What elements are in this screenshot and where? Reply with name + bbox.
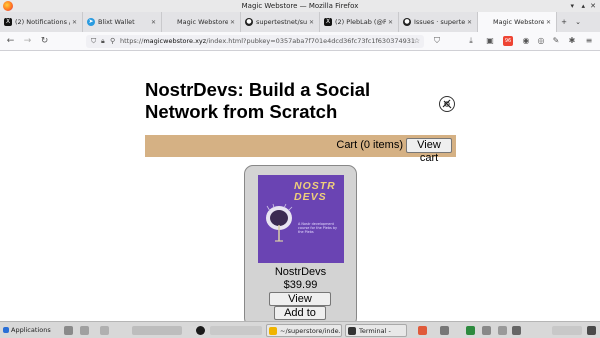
window-button-terminal[interactable]: Terminal - xyxy=(345,324,407,337)
page-icon xyxy=(482,18,490,26)
github-icon: ● xyxy=(245,18,253,26)
terminal-icon xyxy=(348,327,356,335)
url-host: magicwebstore.xyz xyxy=(143,37,207,45)
cart-count: Cart (0 items) xyxy=(336,139,403,151)
x-logo-icon: X xyxy=(4,18,12,26)
download-icon[interactable]: ⤓ xyxy=(466,36,476,46)
github-icon: ● xyxy=(403,18,411,26)
tray-icon[interactable] xyxy=(512,326,521,335)
extensions-puzzle-icon[interactable]: ✱ xyxy=(567,36,577,46)
product-card: NOSTR DEVS A Nostr development course fo… xyxy=(244,165,357,332)
tab-label: Magic Webstore xyxy=(493,18,544,26)
window-button[interactable] xyxy=(210,326,262,335)
cover-subtitle: A Nostr development course for the Plebs… xyxy=(298,222,338,234)
pocket-icon[interactable]: ⛉ xyxy=(432,36,442,46)
list-all-tabs-icon[interactable]: ⌄ xyxy=(571,12,585,32)
firefox-logo-icon xyxy=(3,1,13,11)
view-cart-button[interactable]: View cart xyxy=(406,138,452,164)
product-cover-image[interactable]: NOSTR DEVS A Nostr development course fo… xyxy=(258,175,344,263)
panel-launcher-icon[interactable] xyxy=(100,326,109,335)
applications-label: Applications xyxy=(11,326,51,334)
extension-icon[interactable]: ✎ xyxy=(551,36,561,46)
close-tab-icon[interactable]: ✕ xyxy=(72,19,78,26)
tab-magic-webstore-1[interactable]: Magic Webstore ✕ xyxy=(162,12,241,32)
bookmark-star-icon[interactable]: ☆ xyxy=(414,35,420,48)
tray-icon[interactable] xyxy=(440,326,449,335)
ostrich-illustration-icon xyxy=(266,203,293,242)
extension-icon[interactable]: ▣ xyxy=(485,36,495,46)
nav-toolbar: ← → ↻ ⛉ 🔒︎ ⚲ https://magicwebstore.xyz/i… xyxy=(0,32,600,51)
applications-icon xyxy=(3,327,9,333)
url-prefix: https:// xyxy=(120,37,144,45)
close-tab-icon[interactable]: ✕ xyxy=(546,19,552,26)
window-button-label: ~/superstore/inde... xyxy=(280,327,342,335)
forward-icon[interactable]: → xyxy=(21,35,34,48)
extension-icon[interactable]: ◎ xyxy=(536,36,546,46)
reload-icon[interactable]: ↻ xyxy=(38,35,51,48)
store-title: NostrDevs: Build a Social Network from S… xyxy=(145,79,371,122)
tray-icon[interactable] xyxy=(466,326,475,335)
lock-icon[interactable]: 🔒︎ xyxy=(101,35,105,48)
close-tab-icon[interactable]: ✕ xyxy=(467,19,473,26)
close-tab-icon[interactable]: ✕ xyxy=(388,19,394,26)
tab-github-issues[interactable]: ● Issues · supertestn ✕ xyxy=(399,12,478,32)
url-path: /index.html?pubkey=0357aba7f701e4dcd36fc… xyxy=(206,37,416,45)
add-to-cart-button[interactable]: Add to cart xyxy=(274,306,326,332)
firefox-window: Magic Webstore — Mozilla Firefox ▾ ▴ ✕ X… xyxy=(0,0,600,338)
close-tab-icon[interactable]: ✕ xyxy=(230,19,236,26)
cart-bar: Cart (0 items) View cart xyxy=(145,135,456,164)
tab-label: Magic Webstore xyxy=(177,18,228,26)
tab-label: Blixt Wallet xyxy=(98,18,135,26)
tab-label: (2) Notifications / X xyxy=(15,18,70,26)
tab-strip: X (2) Notifications / X ✕ ➤ Blixt Wallet… xyxy=(0,12,600,32)
view-product-button[interactable]: View product xyxy=(269,292,331,318)
page-content: NostrDevs: Build a Social Network from S… xyxy=(0,51,600,332)
telegram-icon: ➤ xyxy=(87,18,95,26)
panel-launcher-icon[interactable] xyxy=(64,326,73,335)
window-button-file-manager[interactable]: ~/superstore/inde... xyxy=(266,324,342,337)
panel-launcher-icon[interactable] xyxy=(80,326,89,335)
nostr-logout-icon[interactable] xyxy=(439,96,455,112)
close-tab-icon[interactable]: ✕ xyxy=(309,19,315,26)
extension-icon[interactable]: ◉ xyxy=(521,36,531,46)
close-tab-icon[interactable]: ✕ xyxy=(151,19,157,26)
close-window-icon[interactable]: ✕ xyxy=(590,2,596,10)
tab-github-superstore[interactable]: ● supertestnet/supe ✕ xyxy=(241,12,320,32)
desktop-taskbar: Applications ~/superstore/inde... Termin… xyxy=(0,321,600,338)
app-icon[interactable] xyxy=(196,326,205,335)
cover-title-line: DEVS xyxy=(294,191,327,203)
window-title: Magic Webstore — Mozilla Firefox xyxy=(241,2,359,10)
tab-label: supertestnet/supe xyxy=(256,18,307,26)
cover-title: NOSTR DEVS xyxy=(294,181,336,203)
product-name: NostrDevs xyxy=(274,266,327,278)
tab-label: (2) PlebLab (@Pleb xyxy=(335,18,386,26)
ublock-badge[interactable]: 96 xyxy=(503,36,513,46)
folder-icon xyxy=(269,327,277,335)
menu-hamburger-icon[interactable]: ≡ xyxy=(584,36,594,46)
tab-blixt-wallet[interactable]: ➤ Blixt Wallet ✕ xyxy=(83,12,162,32)
tab-magic-webstore-active[interactable]: Magic Webstore ✕ xyxy=(478,12,557,32)
title-bar: Magic Webstore — Mozilla Firefox ▾ ▴ ✕ xyxy=(0,0,600,12)
product-price: $39.99 xyxy=(283,279,318,291)
permissions-icon[interactable]: ⚲ xyxy=(110,35,115,48)
minimize-icon[interactable]: ▾ xyxy=(570,2,574,10)
back-icon[interactable]: ← xyxy=(4,35,17,48)
shield-icon[interactable]: ⛉ xyxy=(91,35,96,48)
applications-menu[interactable]: Applications xyxy=(2,324,60,337)
window-button-firefox[interactable] xyxy=(132,326,182,335)
window-button-label: Terminal - xyxy=(359,327,391,335)
x-logo-icon: X xyxy=(324,18,332,26)
page-icon xyxy=(166,18,174,26)
tab-x-pleblab[interactable]: X (2) PlebLab (@Pleb ✕ xyxy=(320,12,399,32)
maximize-icon[interactable]: ▴ xyxy=(581,2,585,10)
power-icon[interactable] xyxy=(587,326,596,335)
url-bar[interactable]: ⛉ 🔒︎ ⚲ https://magicwebstore.xyz/index.h… xyxy=(86,35,424,48)
new-tab-icon[interactable]: + xyxy=(557,12,571,32)
clock[interactable] xyxy=(552,326,582,335)
tab-label: Issues · supertestn xyxy=(414,18,465,26)
tray-icon[interactable] xyxy=(498,326,507,335)
tray-icon[interactable] xyxy=(482,326,491,335)
tray-icon[interactable] xyxy=(418,326,427,335)
tab-x-notifications[interactable]: X (2) Notifications / X ✕ xyxy=(0,12,83,32)
